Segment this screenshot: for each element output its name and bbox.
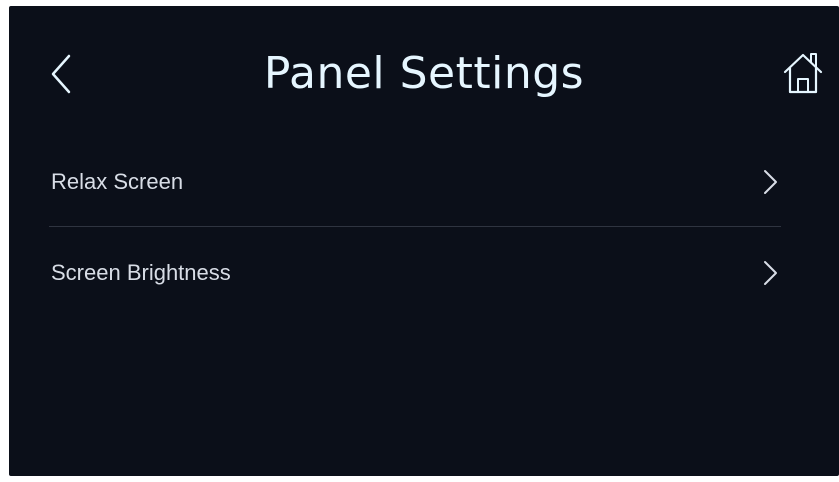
relax-screen-label: Relax Screen	[51, 169, 184, 194]
settings-list: Relax Screen Screen Brightness	[49, 136, 781, 317]
page-title: Panel Settings	[263, 48, 585, 99]
home-icon	[783, 53, 823, 94]
panel-settings-screen: Panel Settings Relax Screen Screen Brigh…	[9, 6, 839, 476]
screen-brightness-label: Screen Brightness	[51, 260, 231, 285]
home-button[interactable]	[781, 50, 825, 96]
header-bar: Panel Settings	[9, 6, 839, 126]
relax-screen-item[interactable]: Relax Screen	[49, 136, 781, 226]
chevron-right-icon	[764, 261, 777, 285]
screen-brightness-item[interactable]: Screen Brightness	[49, 227, 781, 317]
chevron-right-icon	[764, 170, 777, 194]
